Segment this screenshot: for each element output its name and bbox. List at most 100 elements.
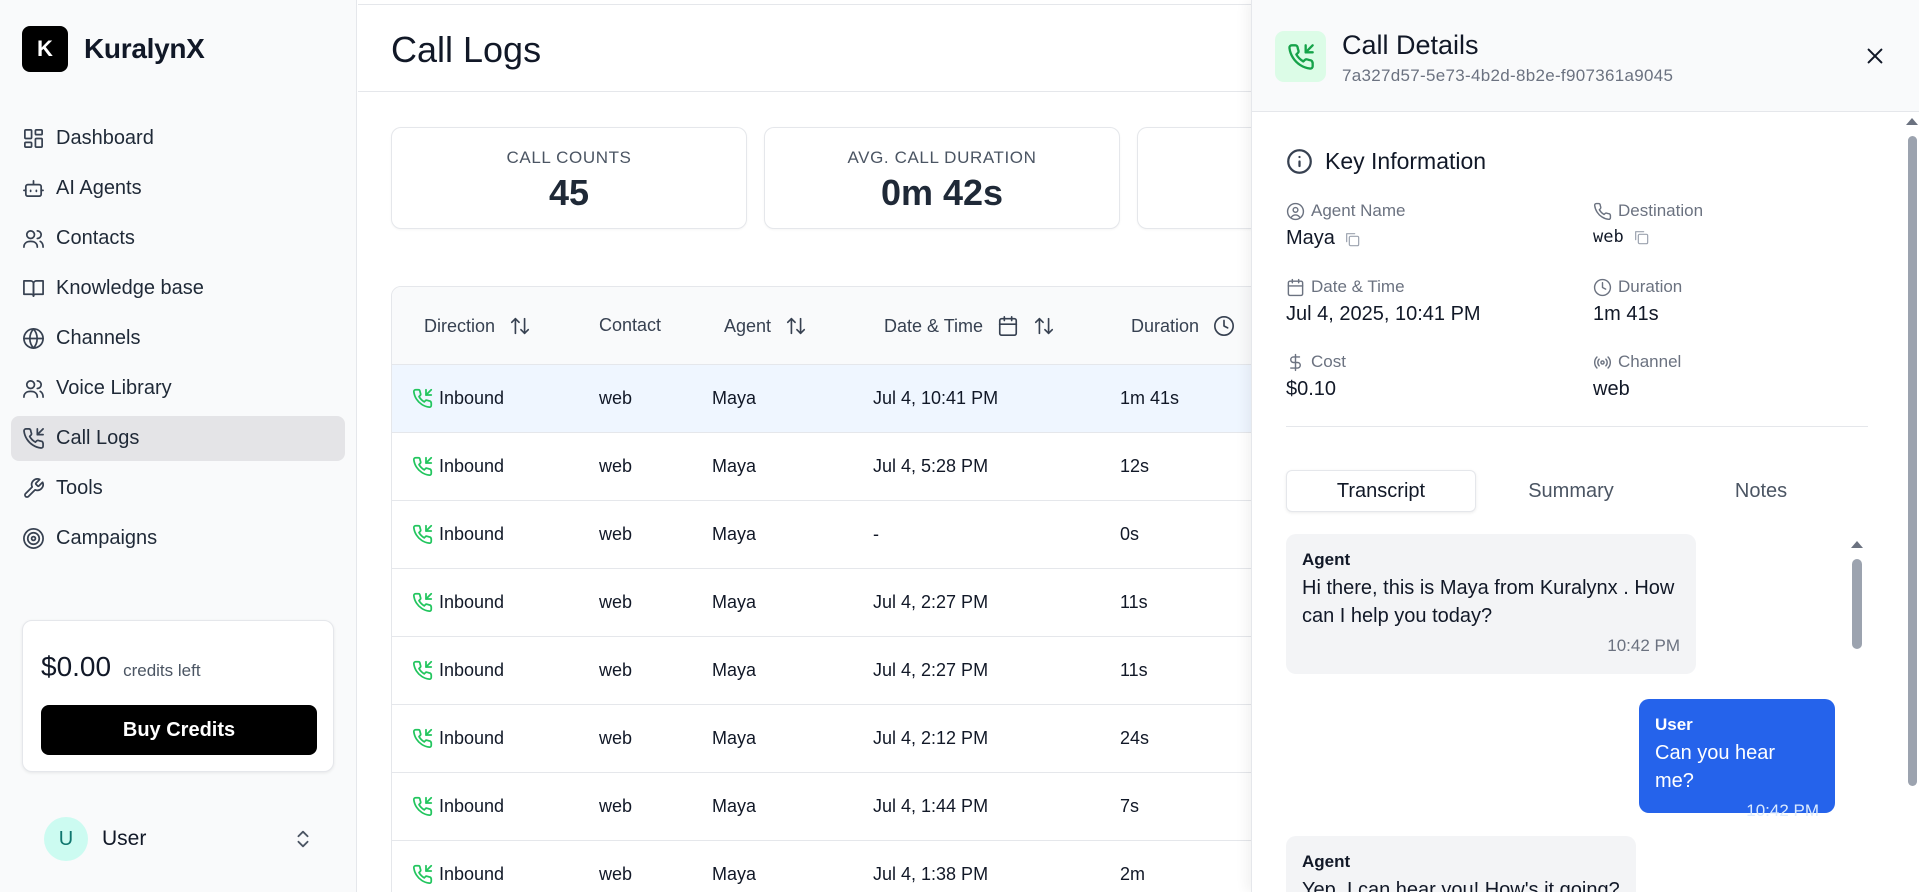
copy-icon[interactable] — [1633, 229, 1649, 245]
table-row[interactable]: Inbound web Maya Jul 4, 2:27 PM 11s — [392, 637, 1260, 705]
table-row[interactable]: Inbound web Maya Jul 4, 1:44 PM 7s — [392, 773, 1260, 841]
clock-icon — [1214, 316, 1235, 336]
field-label-text: Date & Time — [1311, 277, 1405, 296]
close-icon — [1867, 48, 1883, 64]
bot-icon — [23, 179, 44, 198]
field-label: Agent Name — [1286, 201, 1576, 221]
target-icon — [23, 528, 44, 549]
agent-name-field: Agent Name Maya — [1286, 201, 1576, 250]
field-label-text: Duration — [1618, 277, 1683, 296]
scrollbar-thumb[interactable] — [1852, 559, 1862, 649]
table-body: Inbound web Maya Jul 4, 10:41 PM 1m 41s Inbou… — [392, 365, 1260, 892]
panel-header: Call Details 7a327d57-5e73-4b2d-8b2e-f90… — [1252, 0, 1919, 112]
scroll-up-arrow[interactable] — [1906, 118, 1918, 125]
chevrons-up-down-icon — [292, 828, 314, 850]
field-value: 1m 41s — [1593, 303, 1883, 326]
brand[interactable]: K KuralynX — [22, 26, 205, 72]
stat-label: CALL COUNTS — [506, 148, 632, 167]
table-row[interactable]: Inbound web Maya Jul 4, 1:38 PM 2m — [392, 841, 1260, 892]
details-tabs: Transcript Summary Notes — [1286, 470, 1866, 512]
channel-value: web — [1593, 378, 1630, 400]
direction-text: Inbound — [439, 388, 505, 408]
phone-incoming-icon — [23, 428, 44, 449]
main-content: Call Logs CALL COUNTS 45 AVG. CALL DURAT… — [358, 0, 1493, 892]
sort-icon — [786, 317, 806, 335]
column-label: Date & Time — [884, 315, 984, 336]
table-row[interactable]: Inbound web Maya Jul 4, 2:12 PM 24s — [392, 705, 1260, 773]
direction-text: Inbound — [439, 592, 505, 612]
field-value: web — [1593, 227, 1883, 247]
cell-contact: web — [599, 728, 633, 748]
cell-date-time: Jul 4, 10:41 PM — [873, 388, 999, 408]
cell-direction: Inbound — [412, 456, 504, 477]
cell-direction: Inbound — [412, 728, 504, 749]
credits-amount: $0.00 — [41, 651, 112, 682]
table-row[interactable]: Inbound web Maya Jul 4, 5:28 PM 12s — [392, 433, 1260, 501]
column-header-date-time[interactable]: Date & Time — [884, 315, 1055, 337]
dashboard-icon — [24, 129, 43, 148]
calendar-icon[interactable] — [997, 315, 1019, 337]
sidebar-item-voice-library[interactable]: Voice Library — [11, 366, 345, 411]
field-label-text: Destination — [1618, 201, 1704, 220]
tab-summary[interactable]: Summary — [1476, 470, 1666, 512]
cell-direction: Inbound — [412, 796, 504, 817]
phone-icon — [1593, 202, 1612, 220]
sidebar-item-call-logs[interactable]: Call Logs — [11, 416, 345, 461]
cell-duration: 7s — [1120, 796, 1140, 816]
user-circle-icon — [1286, 202, 1305, 220]
panel-scrollbar[interactable] — [1906, 118, 1918, 892]
table-row[interactable]: Inbound web Maya Jul 4, 10:41 PM 1m 41s — [392, 365, 1260, 433]
column-header-direction[interactable]: Direction — [424, 315, 531, 337]
table-row[interactable]: Inbound web Maya - 0s — [392, 501, 1260, 569]
sidebar-item-label: Knowledge base — [56, 277, 204, 299]
sidebar-item-knowledge-base[interactable]: Knowledge base — [11, 266, 345, 311]
sidebar-item-campaigns[interactable]: Campaigns — [11, 516, 345, 561]
cell-date-time: - — [873, 524, 879, 544]
column-header-agent[interactable]: Agent — [724, 315, 807, 337]
sidebar-item-tools[interactable]: Tools — [11, 466, 345, 511]
cell-date-time: Jul 4, 2:27 PM — [873, 660, 989, 680]
column-label: Direction — [424, 315, 496, 336]
sidebar-item-ai-agents[interactable]: AI Agents — [11, 166, 345, 211]
clock-icon — [1593, 278, 1612, 296]
channel-field: Channel web — [1593, 352, 1883, 401]
cell-agent: Maya — [712, 796, 757, 816]
transcript-message-user: User Can you hear me? 10:42 PM — [1639, 699, 1835, 820]
column-header-duration[interactable]: Duration — [1131, 315, 1235, 337]
field-label-text: Channel — [1618, 352, 1682, 371]
sidebar-item-dashboard[interactable]: Dashboard — [11, 116, 345, 161]
close-button[interactable] — [1864, 45, 1888, 69]
book-icon — [23, 279, 44, 298]
info-icon — [1287, 149, 1312, 174]
message-time: 10:42 PM — [1746, 801, 1819, 820]
cell-duration: 0s — [1120, 524, 1140, 544]
calendar-icon — [1287, 278, 1304, 296]
tab-transcript[interactable]: Transcript — [1286, 470, 1476, 512]
cell-date-time: Jul 4, 1:38 PM — [873, 864, 989, 884]
message-text: Can you hear me? — [1655, 742, 1776, 792]
user-name: User — [102, 827, 147, 850]
stat-label: AVG. CALL DURATION — [847, 148, 1037, 167]
direction-text: Inbound — [439, 660, 505, 680]
transcript-message-agent: Agent Yep, I can hear you! How's it goin… — [1286, 836, 1636, 892]
cell-duration: 11s — [1120, 660, 1148, 680]
copy-icon[interactable] — [1344, 231, 1360, 247]
users-icon — [23, 379, 44, 398]
field-label: Date & Time — [1286, 277, 1576, 297]
buy-credits-button[interactable]: Buy Credits — [41, 705, 317, 755]
dollar-icon — [1290, 353, 1301, 371]
stat-value: 45 — [548, 172, 590, 213]
cell-date-time: Jul 4, 1:44 PM — [873, 796, 989, 816]
cell-agent: Maya — [712, 728, 757, 748]
globe-icon — [23, 328, 44, 349]
scroll-up-arrow[interactable] — [1851, 541, 1863, 548]
field-label: Duration — [1593, 277, 1883, 297]
transcript-scrollbar[interactable] — [1851, 541, 1863, 892]
table-row[interactable]: Inbound web Maya Jul 4, 2:27 PM 11s — [392, 569, 1260, 637]
tab-notes[interactable]: Notes — [1666, 470, 1856, 512]
date-time-value: Jul 4, 2025, 10:41 PM — [1286, 303, 1481, 325]
user-menu[interactable]: U User — [44, 817, 314, 861]
sidebar-item-channels[interactable]: Channels — [11, 316, 345, 361]
sidebar-item-contacts[interactable]: Contacts — [11, 216, 345, 261]
scrollbar-thumb[interactable] — [1908, 136, 1917, 786]
